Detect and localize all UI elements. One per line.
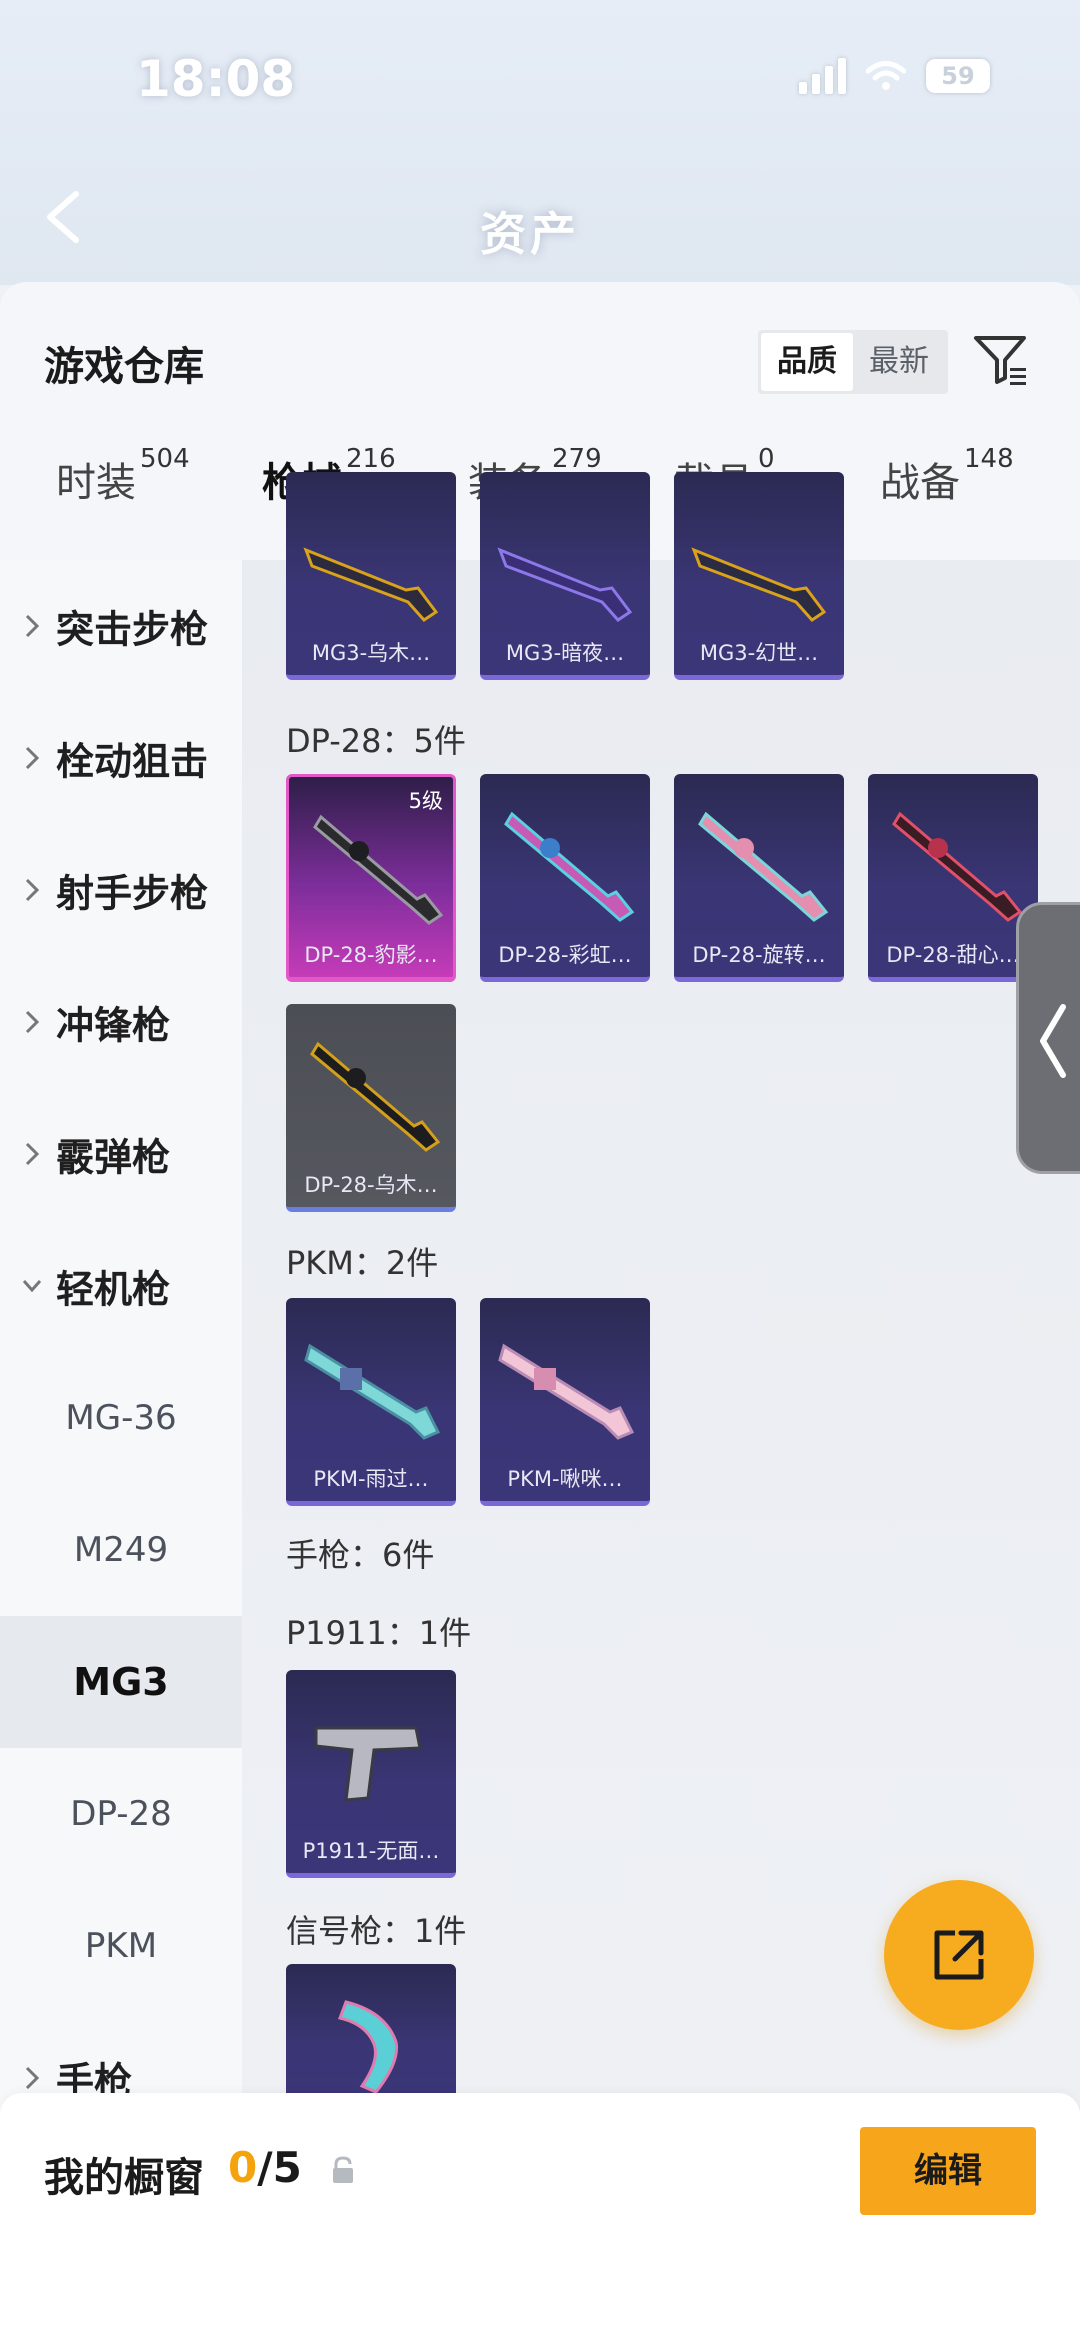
card-label: P1911-无面… [302,1839,440,1863]
group-title-pkm: PKM：2件 [286,1244,439,1282]
weapon-card[interactable]: PKM-啾咪… [480,1298,650,1506]
lock-icon [333,2156,353,2183]
card-label: DP-28-乌木… [304,1173,438,1197]
weapon-card[interactable]: DP-28-旋转… [674,774,844,982]
category-lmg[interactable]: 轻机枪 [0,1220,242,1352]
weapon-card[interactable] [286,1964,456,2114]
category-label: 轻机枪 [56,1267,171,1312]
group-title-pistol: 手枪：6件 [286,1536,435,1574]
sort-toggle: 品质 最新 [758,330,948,394]
weapon-card[interactable]: DP-28-彩虹… [480,774,650,982]
card-label: MG3-暗夜… [505,641,625,665]
group-title-dp28: DP-28：5件 [286,722,466,760]
category-shotgun[interactable]: 霰弹枪 [0,1088,242,1220]
weapon-category-list: 突击步枪 栓动狙击 射手步枪 冲锋枪 霰弹枪 轻机枪 MG-36 M249 MG… [0,560,242,2160]
lmg-skin-icon [892,811,1023,922]
subcategory-m249[interactable]: M249 [0,1484,242,1616]
weapon-card[interactable]: DP-28-乌木… [286,1004,456,1212]
weapon-card[interactable]: MG3-暗夜… [480,472,650,680]
tab-count: 504 [140,444,190,474]
subcategory-pkm[interactable]: PKM [0,1880,242,2012]
lmg-skin-icon [691,547,827,622]
weapon-card[interactable]: MG3-乌木… [286,472,456,680]
tab-fashion[interactable]: 时装504 [56,444,190,550]
tab-count: 0 [758,444,775,474]
share-button[interactable] [884,1880,1034,2030]
card-label: DP-28-旋转… [692,943,826,967]
status-icons: 59 [799,58,990,94]
category-assault-rifle[interactable]: 突击步枪 [0,560,242,692]
lmg-skin-icon [698,811,829,922]
chevron-right-icon [25,1010,40,1034]
tab-label: 时装 [56,460,136,506]
weapon-card[interactable]: PKM-雨过… [286,1298,456,1506]
filter-icon[interactable] [972,330,1032,390]
side-drawer-handle[interactable] [1016,902,1080,1174]
category-smg[interactable]: 冲锋枪 [0,956,242,1088]
card-label: PKM-啾咪… [507,1467,623,1491]
card-label: MG3-乌木… [311,641,431,665]
showcase-bar: 我的橱窗 0/5 编辑 [0,2093,1080,2341]
chevron-right-icon [25,878,40,902]
subcategory-mg36[interactable]: MG-36 [0,1352,242,1484]
card-label: DP-28-彩虹… [498,943,632,967]
weapon-card[interactable]: 5级 DP-28-豹影… [286,774,456,982]
category-label: 冲锋枪 [56,1003,171,1048]
chevron-right-icon [25,1142,40,1166]
card-label: DP-28-甜心… [886,943,1020,967]
showcase-used: 0 [228,2143,258,2192]
subcategory-dp28[interactable]: DP-28 [0,1748,242,1880]
sort-newest-button[interactable]: 最新 [853,333,945,391]
category-marksman-rifle[interactable]: 射手步枪 [0,824,242,956]
category-label: 霰弹枪 [56,1135,171,1180]
category-label: 射手步枪 [56,871,209,916]
showcase-total: /5 [257,2143,302,2192]
chevron-down-icon [22,1280,42,1293]
group-title-flare: 信号枪：1件 [286,1912,467,1950]
group-title-p1911: P1911：1件 [286,1614,472,1652]
pistol-skin-icon [314,1726,422,1802]
signal-icon [799,58,846,94]
tab-gear[interactable]: 战备148 [880,444,1014,550]
lmg-skin-icon [313,814,444,925]
share-icon [934,1930,984,1980]
chevron-left-icon [1040,1004,1066,1078]
subcategory-mg3[interactable]: MG3 [0,1616,242,1748]
showcase-label: 我的橱窗 [44,2155,204,2201]
warehouse-sheet: 游戏仓库 品质 最新 时装504 枪械216 装备279 载具0 战备148 [0,282,1080,2341]
lmg-skin-icon [497,547,633,622]
weapon-card[interactable]: MG3-幻世… [674,472,844,680]
tab-count: 279 [552,444,602,474]
chevron-right-icon [25,746,40,770]
sheet-title: 游戏仓库 [44,344,204,390]
tab-count: 148 [964,444,1014,474]
card-label: PKM-雨过… [313,1467,429,1491]
edit-button[interactable]: 编辑 [860,2127,1036,2215]
tab-count: 216 [346,444,396,474]
weapon-card[interactable]: P1911-无面… [286,1670,456,1878]
page-title: 资产 [480,207,580,261]
card-label: MG3-幻世… [699,641,819,665]
category-label: 栓动狙击 [56,739,209,784]
lmg-skin-icon [310,1041,441,1152]
tab-label: 战备 [880,460,960,506]
wifi-icon [866,61,906,90]
category-label: 突击步枪 [56,607,209,652]
weapon-grid: MG3-乌木… MG3-暗夜… MG3-幻世… DP-28：5件 5级 DP-2… [242,472,1080,2341]
sort-quality-button[interactable]: 品质 [761,333,853,391]
chevron-right-icon [25,614,40,638]
lmg-skin-icon [303,547,439,622]
weapon-card[interactable]: DP-28-甜心… [868,774,1038,982]
status-time: 18:08 [136,50,296,108]
battery-icon: 59 [926,59,990,93]
lmg-skin-icon [504,811,635,922]
category-bolt-sniper[interactable]: 栓动狙击 [0,692,242,824]
card-label: DP-28-豹影… [304,943,438,967]
back-arrow-icon[interactable] [40,188,86,246]
lmg-skin-icon [304,1343,441,1440]
chevron-right-icon [25,2066,40,2090]
showcase-count: 0/5 [228,2143,302,2192]
lmg-skin-icon [498,1343,635,1440]
